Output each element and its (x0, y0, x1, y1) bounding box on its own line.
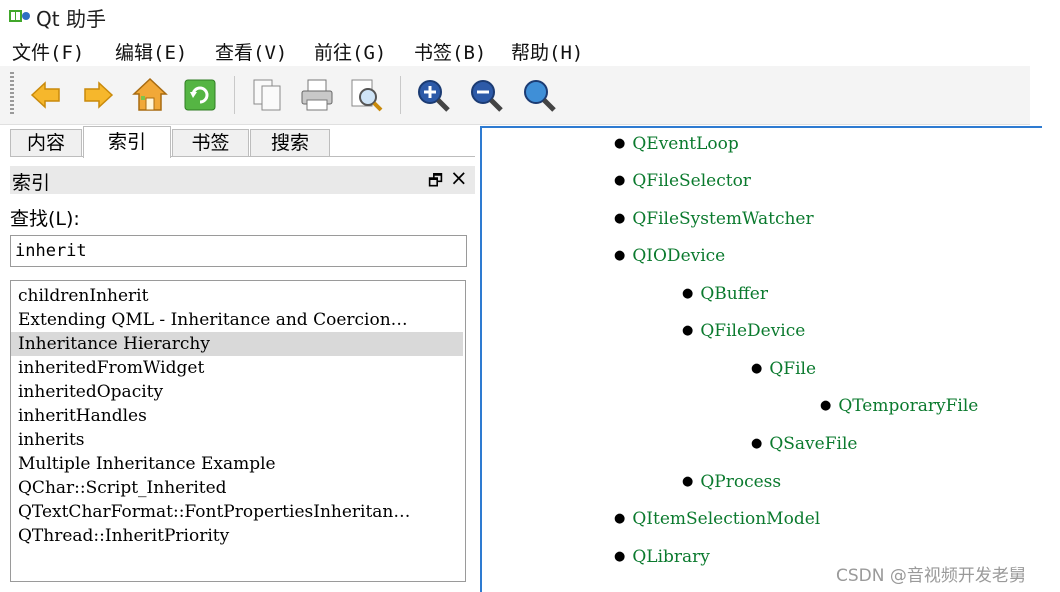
list-item[interactable]: QThread::InheritPriority (11, 524, 463, 548)
home-icon (132, 77, 168, 111)
class-link[interactable]: QItemSelectionModel (632, 509, 820, 529)
class-link[interactable]: QFileSystemWatcher (632, 209, 813, 229)
class-link[interactable]: QLibrary (632, 547, 710, 567)
class-link[interactable]: QBuffer (700, 284, 768, 304)
zoom-out-icon (471, 80, 503, 112)
menu-help[interactable]: 帮助(H) (511, 38, 583, 65)
list-item[interactable]: inheritedFromWidget (11, 356, 463, 380)
sync-icon (184, 79, 216, 111)
tab-divider (10, 156, 475, 157)
content-view: ● QEventLoop ● QFileSelector ● QFileSystemW… (480, 126, 1042, 592)
tree-item: ● QLibrary (614, 547, 710, 567)
tree-item: ● QEventLoop (614, 134, 739, 154)
back-arrow-icon (30, 81, 60, 109)
menu-bar: 文件(F) 编辑(E) 查看(V) 前往(G) 书签(B) 帮助(H) (0, 34, 1060, 64)
class-link[interactable]: QSaveFile (769, 434, 857, 454)
class-link[interactable]: QFileSelector (632, 171, 751, 191)
list-item[interactable]: QTextCharFormat::FontPropertiesInheritan… (11, 500, 463, 524)
forward-arrow-icon (84, 81, 114, 109)
list-item[interactable]: inherits (11, 428, 463, 452)
find-label: 查找(L): (10, 208, 80, 230)
back-button[interactable] (27, 76, 65, 114)
tab-index[interactable]: 索引 (83, 126, 171, 158)
toolbar (0, 66, 1030, 125)
find-icon (351, 79, 383, 112)
watermark: CSDN @音视频开发老舅 (836, 566, 1026, 586)
tree-item: ● QIODevice (614, 246, 726, 266)
dock-title-bar: 索引 🗗 × (10, 166, 475, 194)
tab-contents[interactable]: 内容 (10, 129, 82, 157)
list-item[interactable]: QChar::Script_Inherited (11, 476, 463, 500)
qt-app-icon (9, 10, 30, 22)
menu-go[interactable]: 前往(G) (314, 38, 386, 65)
list-item-selected[interactable]: Inheritance Hierarchy (11, 332, 463, 356)
tree-item: ● QFileSystemWatcher (614, 209, 814, 229)
float-icon[interactable]: 🗗 (428, 170, 443, 197)
sidebar-tabs: 内容 索引 书签 搜索 (10, 126, 475, 158)
home-button[interactable] (131, 76, 169, 114)
zoom-in-icon (418, 80, 450, 112)
menu-bookmarks[interactable]: 书签(B) (414, 38, 486, 65)
class-link[interactable]: QEventLoop (632, 134, 738, 154)
class-link[interactable]: QIODevice (632, 246, 725, 266)
class-link[interactable]: QFile (769, 359, 816, 379)
tree-item: ● QTemporaryFile (820, 396, 979, 416)
list-item[interactable]: Extending QML - Inheritance and Coercion… (11, 308, 463, 332)
zoom-out-button[interactable] (467, 76, 505, 114)
menu-view[interactable]: 查看(V) (215, 38, 287, 65)
zoom-in-button[interactable] (414, 76, 452, 114)
print-button[interactable] (298, 76, 336, 114)
zoom-reset-button[interactable] (520, 76, 558, 114)
find-button[interactable] (347, 76, 385, 114)
list-item[interactable]: inheritedOpacity (11, 380, 463, 404)
title-bar: Qt 助手 (0, 0, 1060, 31)
print-icon (301, 79, 333, 111)
forward-button[interactable] (79, 76, 117, 114)
tree-item: ● QFile (751, 359, 817, 379)
tree-item: ● QBuffer (682, 284, 768, 304)
tree-item: ● QFileSelector (614, 171, 751, 191)
tree-item: ● QProcess (682, 472, 782, 492)
sync-button[interactable] (181, 76, 219, 114)
menu-edit[interactable]: 编辑(E) (115, 38, 187, 65)
window-title: Qt 助手 (36, 7, 106, 31)
copy-icon (253, 79, 281, 111)
tab-search[interactable]: 搜索 (250, 129, 330, 157)
close-icon[interactable]: × (450, 166, 468, 190)
index-search-input[interactable] (10, 235, 467, 267)
tree-item: ● QItemSelectionModel (614, 509, 821, 529)
toolbar-separator (400, 76, 401, 114)
menu-file[interactable]: 文件(F) (12, 38, 84, 65)
class-link[interactable]: QTemporaryFile (838, 396, 978, 416)
toolbar-separator (234, 76, 235, 114)
list-item[interactable]: inheritHandles (11, 404, 463, 428)
tree-item: ● QFileDevice (682, 321, 806, 341)
index-list[interactable]: childrenInherit Extending QML - Inherita… (10, 280, 466, 582)
toolbar-grip[interactable] (10, 72, 14, 116)
tree-item: ● QSaveFile (751, 434, 858, 454)
tab-bookmarks[interactable]: 书签 (172, 129, 249, 157)
zoom-reset-icon (524, 80, 556, 112)
class-link[interactable]: QProcess (700, 472, 781, 492)
dock-title: 索引 (12, 172, 51, 194)
class-link[interactable]: QFileDevice (700, 321, 805, 341)
copy-button[interactable] (248, 76, 286, 114)
list-item[interactable]: Multiple Inheritance Example (11, 452, 463, 476)
list-item[interactable]: childrenInherit (11, 284, 463, 308)
